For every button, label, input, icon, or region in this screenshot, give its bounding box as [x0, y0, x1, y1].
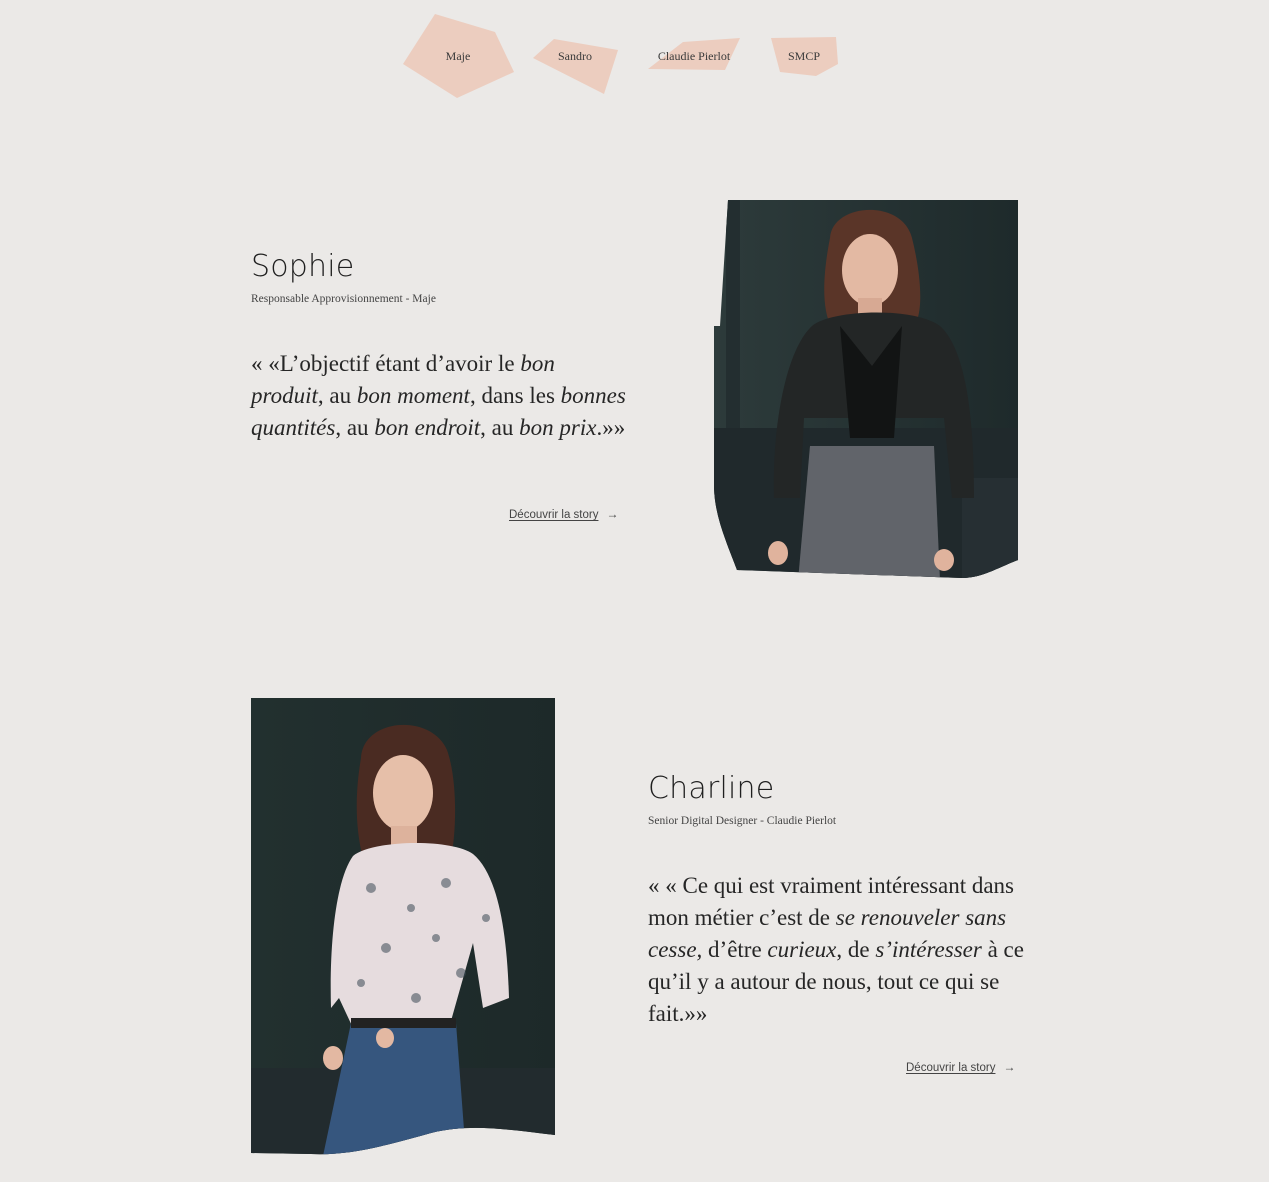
profile-quote: « «L’objectif étant d’avoir le bon produ…	[251, 348, 631, 444]
nav-shape	[533, 39, 618, 94]
nav-item-label: Claudie Pierlot	[657, 49, 731, 63]
quote-segment: , au	[317, 383, 357, 408]
nav-item-label: Sandro	[558, 49, 592, 63]
discover-story-link[interactable]: Découvrir la story →	[509, 507, 618, 521]
portrait-photo	[712, 198, 1020, 581]
quote-segment: , au	[480, 415, 520, 440]
cta-label: Découvrir la story	[509, 509, 599, 521]
quote-segment: s’intéresser	[875, 937, 982, 962]
arrow-right-icon: →	[1003, 1060, 1016, 1074]
quote-segment: , dans les	[469, 383, 561, 408]
quote-segment: d’être	[702, 937, 768, 962]
portrait-photo	[251, 698, 556, 1156]
quote-segment: bon moment	[356, 383, 470, 408]
nav-item-maje[interactable]: Maje	[400, 12, 516, 100]
nav-item-smcp[interactable]: SMCP	[768, 34, 840, 78]
quote-segment: curieux	[767, 937, 837, 962]
nav-item-label: SMCP	[787, 49, 821, 63]
portrait-illustration	[251, 698, 555, 1155]
quote-segment: , au	[335, 415, 375, 440]
profile-role: Senior Digital Designer - Claudie Pierlo…	[648, 815, 837, 827]
cta-label: Découvrir la story	[906, 1062, 996, 1074]
portrait-illustration	[714, 200, 1018, 578]
profile-name: Sophie	[251, 249, 355, 284]
brand-nav: Maje Sandro Claudie Pierlot SMCP	[0, 0, 1269, 110]
quote-segment: bon prix	[519, 415, 597, 440]
quote-segment: « «L’objectif étant d’avoir le	[251, 351, 521, 376]
quote-segment: , de	[836, 937, 876, 962]
nav-item-claudie-pierlot[interactable]: Claudie Pierlot	[645, 36, 743, 76]
profile-quote: « « Ce qui est vraiment intéressant dans…	[648, 870, 1033, 1030]
quote-segment: bon endroit	[374, 415, 481, 440]
nav-item-label: Maje	[445, 49, 471, 63]
profile-role: Responsable Approvisionnement - Maje	[251, 293, 436, 305]
quote-segment: .»»	[596, 415, 626, 440]
discover-story-link[interactable]: Découvrir la story →	[906, 1060, 1015, 1074]
profile-name: Charline	[648, 771, 775, 806]
arrow-right-icon: →	[606, 507, 619, 521]
nav-item-sandro[interactable]: Sandro	[530, 36, 620, 96]
